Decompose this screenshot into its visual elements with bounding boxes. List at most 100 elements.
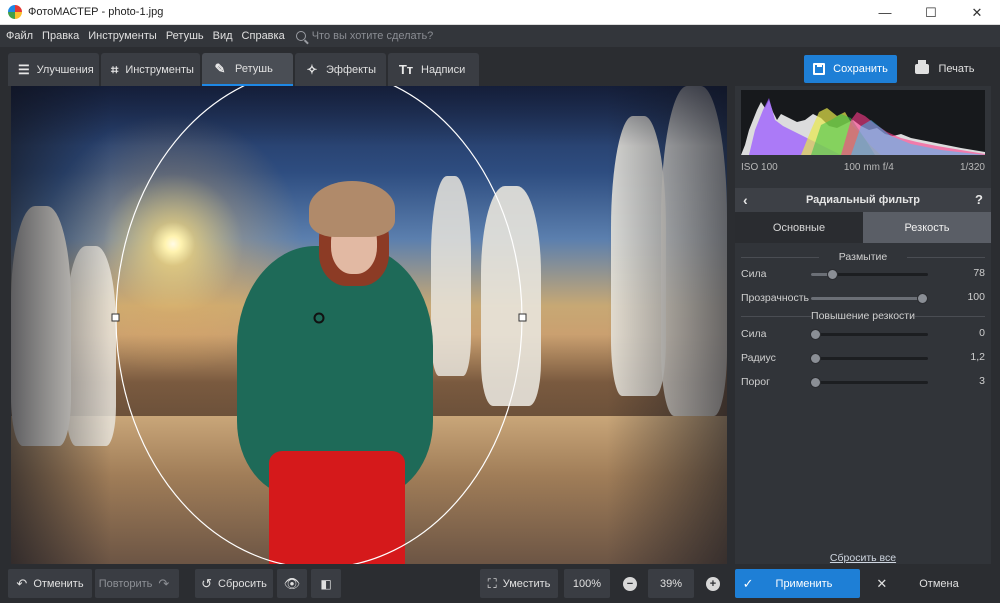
printer-icon bbox=[915, 60, 930, 74]
slider-thumb[interactable] bbox=[809, 353, 821, 364]
slider-radius[interactable]: Радиус 1,2 bbox=[741, 351, 985, 365]
menu-bar: Файл Правка Инструменты Ретушь Вид Справ… bbox=[0, 25, 1000, 47]
slider-thumb[interactable] bbox=[809, 329, 821, 340]
tab-captions[interactable]: Tт Надписи bbox=[388, 53, 479, 86]
ellipse-handle-right[interactable] bbox=[518, 313, 527, 322]
reset-button[interactable]: ↺ Сбросить bbox=[195, 569, 273, 598]
text-icon: Tт bbox=[398, 62, 414, 77]
preview-button[interactable]: 👁 bbox=[277, 569, 307, 598]
slider-track[interactable] bbox=[811, 269, 928, 280]
subtab-sharpness[interactable]: Резкость bbox=[863, 212, 991, 243]
undo-icon: ↶ bbox=[16, 575, 28, 591]
panel-title: Радиальный фильтр bbox=[805, 194, 921, 206]
radial-filter-ellipse[interactable] bbox=[115, 86, 523, 564]
plus-circle-icon: + bbox=[706, 576, 720, 591]
zoom-out-button[interactable]: − bbox=[616, 569, 644, 598]
iso-value: ISO 100 bbox=[741, 162, 778, 173]
slider-thumb[interactable] bbox=[917, 293, 929, 304]
panel-subtabs: Основные Резкость bbox=[735, 212, 991, 243]
slider-blur-strength[interactable]: Сила 78 bbox=[741, 267, 985, 281]
cancel-button[interactable]: ✕ Отмена bbox=[866, 569, 991, 598]
bottom-bar: ↶ Отменить Повторить ↷ ↺ Сбросить 👁 ◧ ⛶ … bbox=[0, 564, 1000, 603]
section-divider bbox=[741, 257, 819, 258]
tab-improvements[interactable]: ☰ Улучшения bbox=[8, 53, 99, 86]
menu-file[interactable]: Файл bbox=[6, 30, 33, 42]
minus-circle-icon: − bbox=[623, 576, 637, 591]
compare-button[interactable]: ◧ bbox=[311, 569, 341, 598]
close-icon: ✕ bbox=[971, 4, 983, 20]
slider-value: 3 bbox=[979, 375, 985, 387]
maximize-button[interactable]: ☐ bbox=[908, 0, 954, 25]
title-bar: ФотоМАСТЕР - photo-1.jpg — ☐ ✕ bbox=[0, 0, 1000, 25]
slider-fill bbox=[811, 297, 923, 300]
crop-icon: ⌗ bbox=[111, 61, 119, 77]
undo-button[interactable]: ↶ Отменить bbox=[8, 569, 92, 598]
menu-retouch[interactable]: Ретушь bbox=[166, 30, 204, 42]
sliders-icon: ☰ bbox=[18, 61, 30, 77]
menu-tools[interactable]: Инструменты bbox=[88, 30, 157, 42]
slider-transparency[interactable]: Прозрачность 100 bbox=[741, 291, 985, 305]
fit-screen-icon: ⛶ bbox=[487, 575, 497, 591]
lens-value: 100 mm f/4 bbox=[843, 162, 894, 173]
zoom-in-button[interactable]: + bbox=[699, 569, 727, 598]
reset-label: Сбросить bbox=[218, 577, 267, 590]
tab-label: Эффекты bbox=[325, 63, 376, 76]
minimize-button[interactable]: — bbox=[862, 0, 908, 25]
zoom-value: 39% bbox=[648, 569, 694, 598]
search-placeholder: Что вы хотите сделать? bbox=[311, 30, 434, 42]
ellipse-handle-left[interactable] bbox=[111, 313, 120, 322]
slider-track[interactable] bbox=[811, 293, 929, 304]
command-search[interactable]: Что вы хотите сделать? bbox=[295, 30, 434, 42]
reset-all-link[interactable]: Сбросить все bbox=[735, 552, 991, 564]
tab-retouch[interactable]: ✎ Ретушь bbox=[202, 53, 293, 86]
minimize-icon: — bbox=[878, 5, 892, 20]
tab-label: Надписи bbox=[421, 63, 466, 76]
panel-header: ‹ Радиальный фильтр ? bbox=[735, 188, 991, 212]
close-x-icon: ✕ bbox=[876, 575, 888, 591]
fit-label: Уместить bbox=[502, 577, 551, 590]
slider-label: Прозрачность bbox=[741, 292, 810, 304]
shutter-value: 1/320 bbox=[959, 162, 985, 173]
zoom-100-button[interactable]: 100% bbox=[564, 569, 610, 598]
undo-label: Отменить bbox=[33, 577, 84, 590]
brush-icon: ✎ bbox=[214, 60, 226, 76]
window-title: ФотоМАСТЕР - photo-1.jpg bbox=[28, 6, 164, 18]
redo-button[interactable]: Повторить ↷ bbox=[95, 569, 179, 598]
tab-effects[interactable]: ✧ Эффекты bbox=[295, 53, 386, 86]
zoom-percent: 39% bbox=[659, 577, 683, 590]
back-arrow-icon[interactable]: ‹ bbox=[743, 192, 748, 208]
apply-button[interactable]: ✓ Применить bbox=[735, 569, 860, 598]
slider-label: Сила bbox=[741, 328, 767, 340]
close-button[interactable]: ✕ bbox=[954, 0, 1000, 25]
menu-view[interactable]: Вид bbox=[213, 30, 233, 42]
slider-sharpen-strength[interactable]: Сила 0 bbox=[741, 327, 985, 341]
tab-label: Инструменты bbox=[125, 63, 194, 76]
histogram bbox=[741, 90, 985, 155]
tab-label: Ретушь bbox=[235, 62, 273, 75]
slider-value: 100 bbox=[967, 291, 985, 303]
section-divider bbox=[741, 316, 811, 317]
slider-threshold[interactable]: Порог 3 bbox=[741, 375, 985, 389]
save-label: Сохранить bbox=[833, 63, 888, 75]
slider-track[interactable] bbox=[809, 329, 928, 340]
menu-edit[interactable]: Правка bbox=[42, 30, 79, 42]
slider-track[interactable] bbox=[809, 353, 928, 364]
ellipse-center-handle[interactable] bbox=[313, 312, 325, 324]
help-icon[interactable]: ? bbox=[975, 192, 983, 207]
menu-help[interactable]: Справка bbox=[242, 30, 285, 42]
section-divider bbox=[907, 257, 985, 258]
slider-thumb[interactable] bbox=[827, 269, 839, 280]
slider-thumb[interactable] bbox=[809, 377, 821, 388]
tab-tools[interactable]: ⌗ Инструменты bbox=[101, 53, 200, 86]
tab-label: Улучшения bbox=[36, 63, 94, 76]
print-button[interactable]: Печать bbox=[900, 55, 990, 83]
save-button[interactable]: Сохранить bbox=[804, 55, 897, 83]
subtab-basic[interactable]: Основные bbox=[735, 212, 863, 243]
right-panel: ISO 100 100 mm f/4 1/320 ‹ Радиальный фи… bbox=[735, 86, 991, 564]
fit-button[interactable]: ⛶ Уместить bbox=[480, 569, 558, 598]
slider-track[interactable] bbox=[809, 377, 928, 388]
apply-label: Применить bbox=[775, 577, 833, 590]
zoom-100-label: 100% bbox=[572, 577, 602, 590]
radial-filter-overlay[interactable] bbox=[11, 86, 727, 564]
photo-canvas[interactable] bbox=[11, 86, 727, 564]
